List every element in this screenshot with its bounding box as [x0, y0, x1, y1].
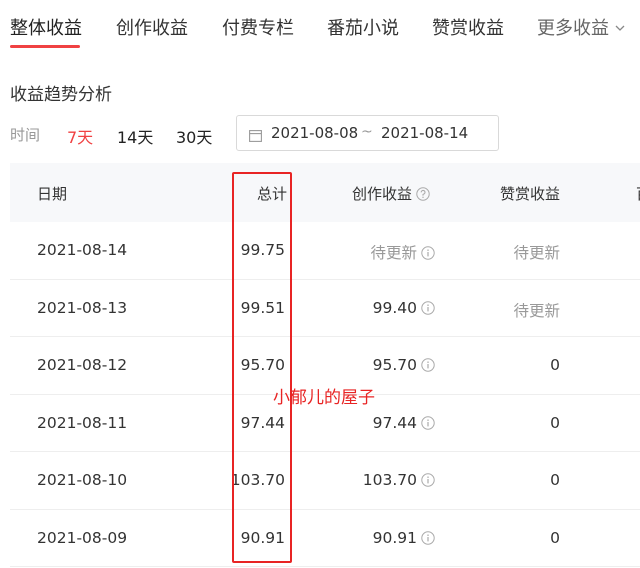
column-header-creation-label: 创作收益: [352, 185, 413, 203]
cell-date: 2021-08-09: [37, 528, 128, 547]
cell-creation-value: 97.44: [372, 413, 417, 432]
tab-more-earnings[interactable]: 更多收益: [537, 14, 625, 40]
cell-appreciation: 0: [550, 528, 560, 547]
info-icon[interactable]: [421, 530, 435, 545]
active-tab-indicator: [10, 45, 80, 48]
cell-appreciation: 待更新: [513, 301, 560, 320]
cell-appreciation: 0: [550, 413, 560, 432]
range-option-14-days[interactable]: 14天: [117, 124, 153, 148]
tab-fanqie-novel[interactable]: 番茄小说: [327, 14, 399, 40]
cell-appreciation: 0: [550, 356, 560, 374]
table-header-row: 日期 总计 创作收益 赞赏收益 百: [10, 163, 640, 222]
date-range-separator: ~: [361, 124, 373, 140]
cell-total: 99.51: [240, 298, 285, 317]
column-header-total: 总计: [257, 185, 288, 203]
help-icon[interactable]: [416, 187, 430, 201]
cell-creation: 99.40: [373, 299, 435, 317]
table-row: 2021-08-11 97.44 97.44 0: [10, 395, 640, 452]
column-header-appreciation: 赞赏收益: [500, 185, 561, 203]
earnings-tabs: 整体收益 创作收益 付费专栏 番茄小说 赞赏收益 更多收益: [0, 0, 640, 52]
cell-total: 103.70: [230, 471, 285, 489]
table-body: 2021-08-14 99.75 待更新 待更新 2021-08-13 99.51 99.4…: [10, 222, 640, 567]
info-icon[interactable]: [421, 473, 435, 487]
calendar-icon: [249, 127, 262, 142]
chevron-down-icon: [615, 21, 625, 36]
cell-creation-value: 99.40: [372, 298, 417, 317]
tab-appreciation-earnings[interactable]: 赞赏收益: [432, 14, 504, 40]
cell-creation: 待更新: [370, 241, 435, 263]
cell-appreciation: 待更新: [513, 244, 560, 262]
date-range-end: 2021-08-14: [381, 124, 469, 142]
column-header-creation: 创作收益: [352, 183, 430, 204]
section-title: 收益趋势分析: [10, 85, 112, 105]
cell-date: 2021-08-12: [37, 356, 128, 374]
cell-creation-value: 待更新: [370, 244, 417, 262]
cell-total: 97.44: [240, 413, 285, 432]
table-row: 2021-08-09 90.91 90.91 0: [10, 510, 640, 567]
tab-creation-earnings[interactable]: 创作收益: [116, 14, 188, 40]
cell-total: 90.91: [240, 528, 285, 547]
cell-creation-value: 103.70: [362, 471, 417, 489]
cell-creation: 103.70: [363, 471, 435, 489]
tab-more-label: 更多收益: [537, 18, 609, 39]
cell-date: 2021-08-13: [37, 298, 128, 317]
cell-date: 2021-08-10: [37, 471, 128, 489]
earnings-table: 日期 总计 创作收益 赞赏收益 百 2021-08-1499.75待更新待更新2…: [10, 163, 640, 567]
info-icon[interactable]: [421, 415, 435, 430]
cell-appreciation: 0: [550, 471, 560, 489]
cell-creation: 95.70: [373, 356, 435, 374]
info-icon[interactable]: [421, 358, 435, 372]
column-header-date: 日期: [37, 185, 68, 203]
date-range-picker[interactable]: 2021-08-08 ~ 2021-08-14: [236, 115, 499, 151]
cell-date: 2021-08-14: [37, 241, 128, 259]
table-row: 2021-08-13 99.51 99.40 待更新: [10, 280, 640, 337]
cell-total: 95.70: [240, 356, 285, 374]
earnings-page: 整体收益 创作收益 付费专栏 番茄小说 赞赏收益 更多收益 收益趋势分析 时间 …: [0, 0, 640, 568]
table-row: 2021-08-12 95.70 95.70 0: [10, 337, 640, 395]
table-row: 2021-08-10 103.70 103.70 0: [10, 452, 640, 510]
range-option-30-days[interactable]: 30天: [176, 124, 212, 148]
date-range-start: 2021-08-08: [271, 124, 359, 142]
cell-date: 2021-08-11: [37, 413, 128, 432]
column-header-clipped: 百: [636, 183, 640, 204]
table-row: 2021-08-14 99.75 待更新 待更新: [10, 222, 640, 280]
cell-creation-value: 95.70: [372, 356, 417, 374]
info-icon[interactable]: [421, 246, 435, 260]
range-option-7-days[interactable]: 7天: [67, 124, 93, 148]
tab-overall-earnings[interactable]: 整体收益: [10, 14, 82, 40]
cell-creation-value: 90.91: [372, 528, 417, 547]
cell-creation: 97.44: [373, 414, 435, 432]
info-icon[interactable]: [421, 300, 435, 315]
cell-total: 99.75: [240, 241, 285, 259]
time-filter-label: 时间: [10, 126, 41, 144]
cell-creation: 90.91: [373, 529, 435, 547]
tab-paid-column[interactable]: 付费专栏: [222, 14, 294, 40]
